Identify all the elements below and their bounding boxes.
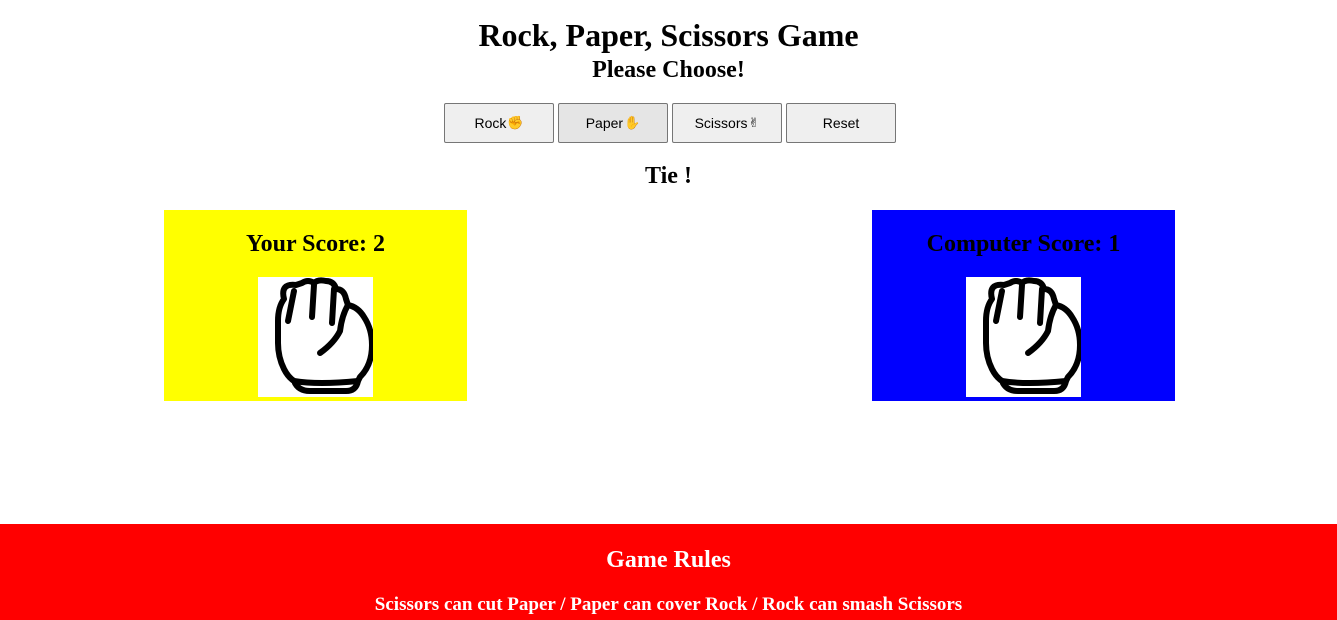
paper-hand-icon [275,277,373,394]
scissors-button-label: Scissors [694,115,748,131]
player-score: Your Score: 2 [245,231,386,257]
round-result: Tie ! [645,163,692,189]
player-choice-image [258,277,373,397]
paper-button-label: Paper [585,115,624,131]
choose-prompt: Please Choose! [592,57,745,83]
reset-button[interactable]: Reset [786,103,896,143]
page-title: Rock, Paper, Scissors Game [478,17,859,53]
paper-hand-icon [983,277,1081,394]
rules-text: Scissors can cut Paper / Paper can cover… [374,594,963,615]
victory-hand-icon: ✌ [748,115,760,131]
player-score-panel: Your Score: 2 [164,210,467,401]
computer-score: Computer Score: 1 [926,231,1121,257]
scissors-button[interactable]: Scissors ✌ [672,103,782,143]
fist-icon: ✊ [507,115,524,131]
choice-button-row: Rock ✊ Paper ✋ Scissors ✌ Reset [444,103,896,143]
game-rules-footer: Game Rules Scissors can cut Paper / Pape… [0,524,1337,620]
raised-hand-icon: ✋ [624,115,641,131]
rules-heading: Game Rules [606,547,731,573]
computer-choice-image [966,277,1081,397]
computer-score-panel: Computer Score: 1 [872,210,1175,401]
rock-button-label: Rock [474,115,507,131]
rock-button[interactable]: Rock ✊ [444,103,554,143]
reset-button-label: Reset [822,115,860,131]
paper-button[interactable]: Paper ✋ [558,103,668,143]
